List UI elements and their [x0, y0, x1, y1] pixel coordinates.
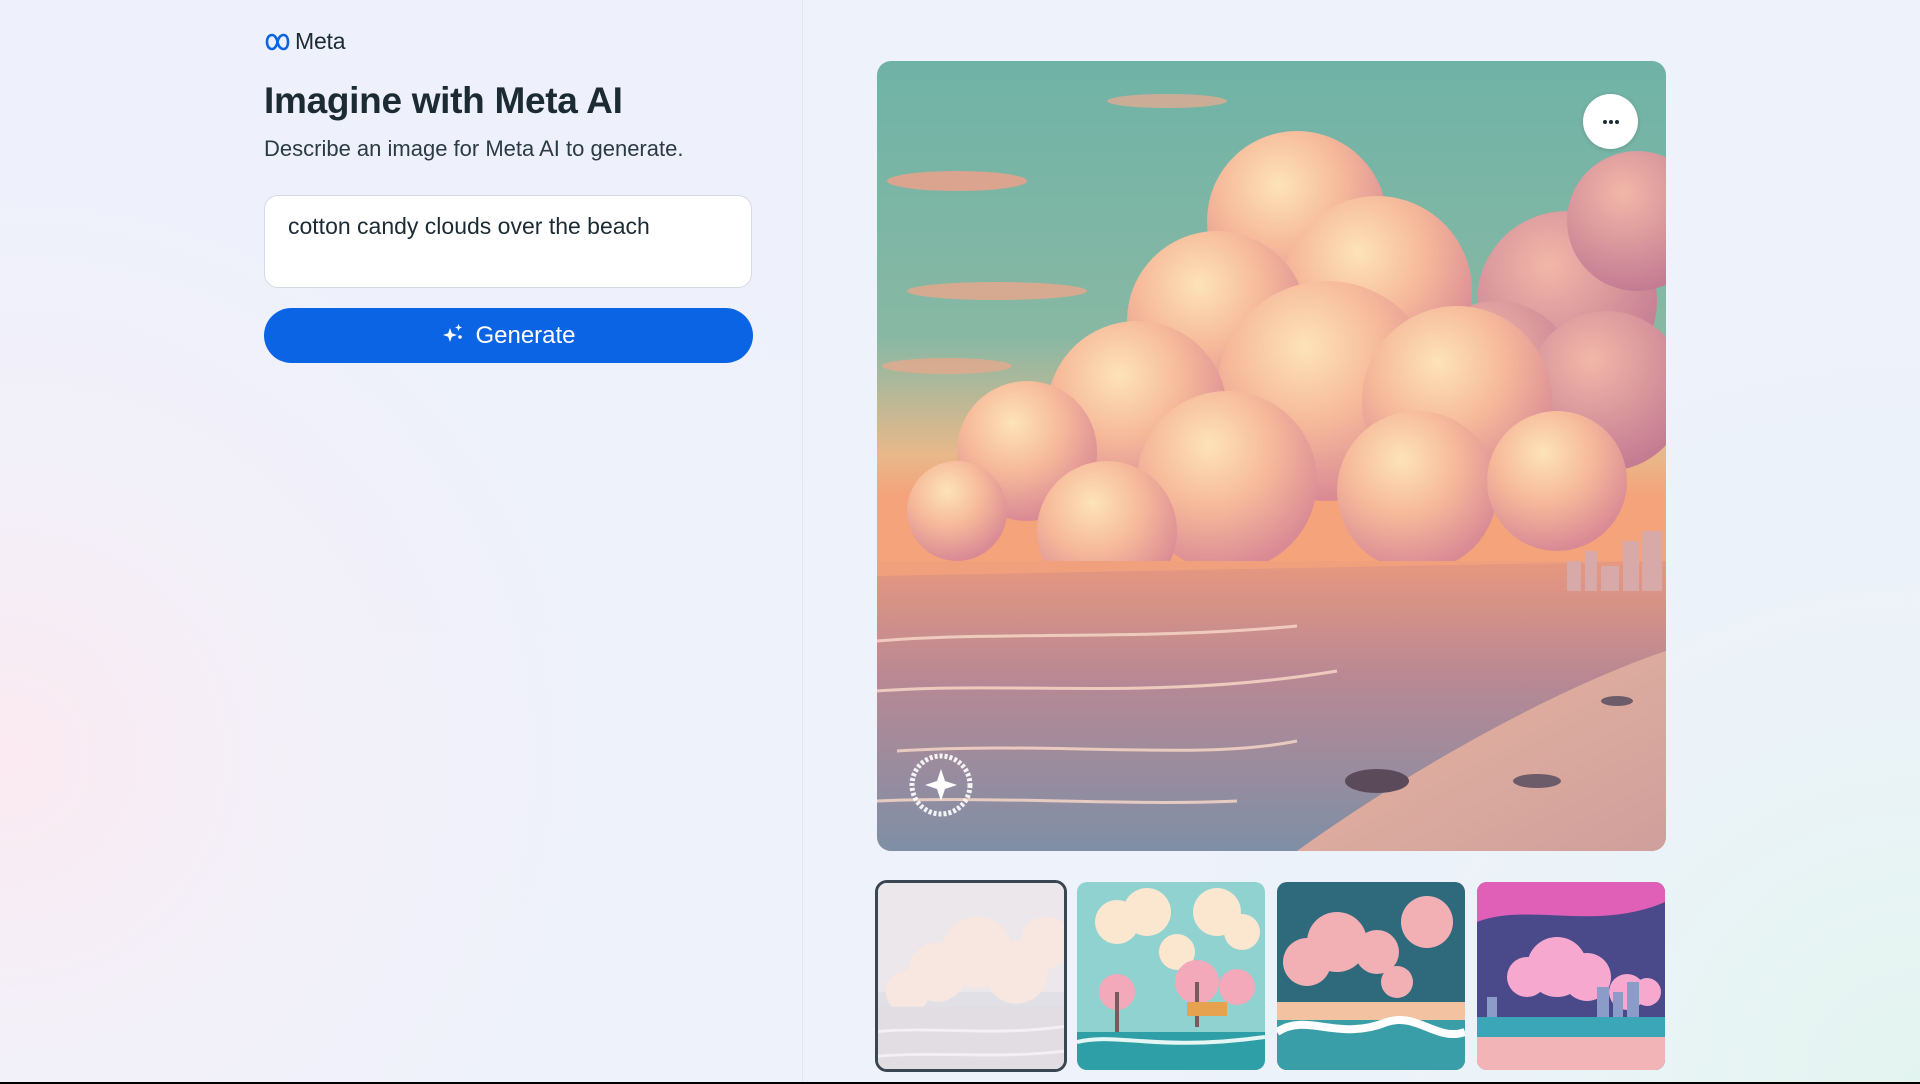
- meta-wordmark: Meta: [295, 28, 346, 54]
- thumbnail-4[interactable]: [1477, 882, 1665, 1070]
- prompt-field-container[interactable]: cotton candy clouds over the beach: [264, 195, 752, 288]
- prompt-panel: Meta Imagine with Meta AI Describe an im…: [0, 0, 803, 1082]
- thumbnail-3[interactable]: [1277, 882, 1465, 1070]
- thumbnail-1-selected-overlay: [878, 883, 1064, 1069]
- thumbnail-strip: [875, 880, 1666, 1072]
- thumbnail-1[interactable]: [875, 880, 1067, 1072]
- more-options-button[interactable]: [1583, 94, 1638, 149]
- page-title: Imagine with Meta AI: [264, 80, 623, 121]
- more-horizontal-icon: [1602, 119, 1620, 125]
- thumbnail-2[interactable]: [1077, 882, 1265, 1070]
- meta-logo[interactable]: Meta: [264, 28, 346, 55]
- generate-button[interactable]: Generate: [264, 308, 753, 363]
- imagined-with-ai-badge-icon: [909, 753, 973, 817]
- meta-infinity-icon: [264, 33, 291, 51]
- prompt-input[interactable]: cotton candy clouds over the beach: [288, 212, 728, 272]
- generated-image[interactable]: [877, 61, 1666, 851]
- page-subtitle: Describe an image for Meta AI to generat…: [264, 136, 684, 161]
- sparkle-icon: [441, 322, 465, 349]
- generate-button-label: Generate: [475, 321, 576, 349]
- app-window: Meta Imagine with Meta AI Describe an im…: [0, 0, 1920, 1082]
